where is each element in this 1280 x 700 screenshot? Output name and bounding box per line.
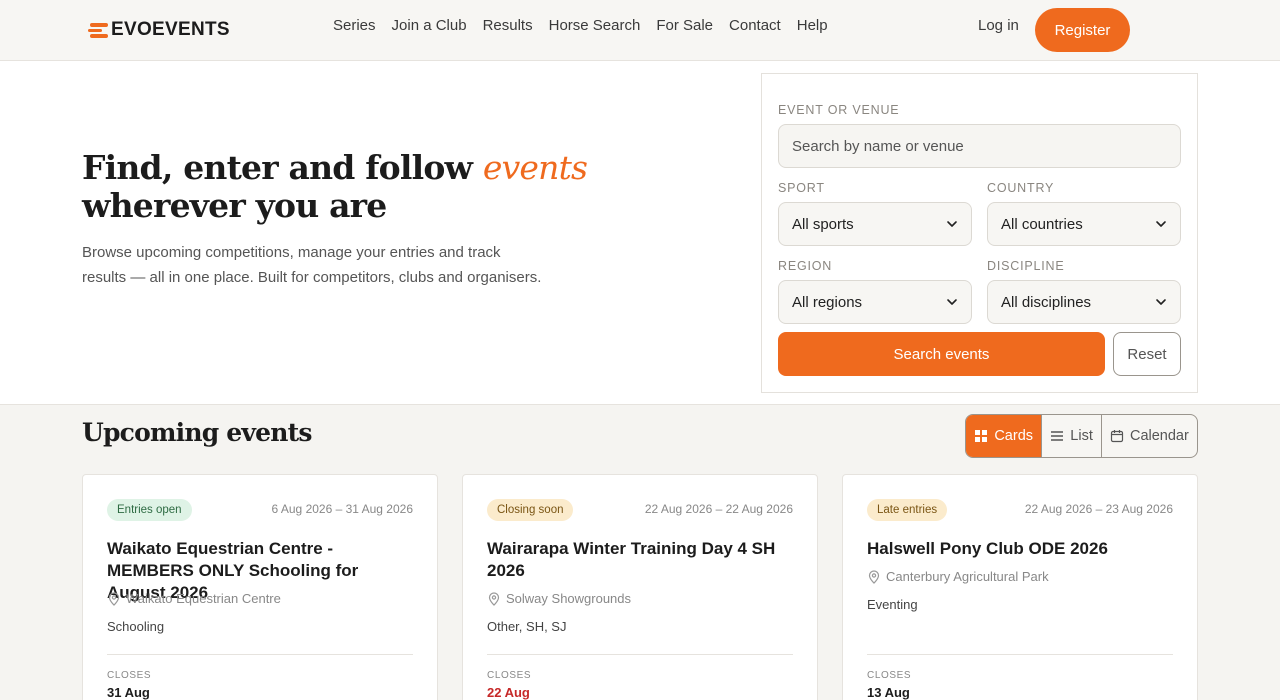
event-venue: Solway Showgrounds — [487, 591, 631, 606]
nav-link-horse-search[interactable]: Horse Search — [549, 17, 641, 34]
closes-label: Closes — [867, 670, 912, 681]
hero-title-accent: events — [482, 148, 588, 187]
view-calendar-button[interactable]: Calendar — [1102, 415, 1197, 457]
nav-link-join-a-club[interactable]: Join a Club — [392, 17, 467, 34]
list-icon — [1051, 431, 1064, 441]
event-venue-name: Canterbury Agricultural Park — [886, 569, 1049, 584]
view-cards-label: Cards — [994, 428, 1034, 444]
discipline-select-value: All disciplines — [1001, 293, 1092, 311]
nav-link-series[interactable]: Series — [333, 17, 376, 34]
event-dates: 22 Aug 2026 – 22 Aug 2026 — [644, 502, 793, 516]
hero-title-start: Find, enter and follow — [82, 148, 483, 187]
register-button[interactable]: Register — [1035, 8, 1130, 52]
chevron-down-icon — [1156, 299, 1166, 305]
login-link[interactable]: Log in — [978, 17, 1019, 34]
card-divider — [487, 654, 793, 655]
status-badge: Late entries — [867, 499, 948, 521]
hero-title-end: wherever you are — [82, 186, 387, 225]
sport-label: Sport — [778, 181, 825, 195]
reset-button[interactable]: Reset — [1113, 332, 1181, 376]
event-venue-name: Solway Showgrounds — [506, 591, 632, 606]
event-dates: 6 Aug 2026 – 31 Aug 2026 — [271, 502, 413, 516]
closes-date: 22 Aug — [487, 685, 530, 700]
nav-link-help[interactable]: Help — [797, 17, 828, 34]
status-badge: Entries open — [107, 499, 192, 521]
calendar-icon — [1110, 430, 1124, 443]
event-venue-name: Waikato Equestrian Centre — [126, 591, 281, 606]
event-card[interactable]: Closing soon 22 Aug 2026 – 22 Aug 2026 W… — [462, 474, 818, 700]
discipline-select[interactable]: All disciplines — [987, 280, 1181, 324]
event-dates: 22 Aug 2026 – 23 Aug 2026 — [1024, 502, 1173, 516]
view-calendar-label: Calendar — [1129, 428, 1189, 444]
sport-select[interactable]: All sports — [778, 202, 972, 246]
logo-text: EVOEVENTS — [111, 19, 230, 40]
view-list-label: List — [1070, 428, 1093, 444]
closes-label: Closes — [487, 670, 532, 681]
view-list-button[interactable]: List — [1042, 415, 1102, 457]
region-select[interactable]: All regions — [778, 280, 972, 324]
map-pin-icon — [108, 591, 120, 606]
card-divider — [107, 654, 413, 655]
event-search-placeholder: Search by name or venue — [792, 137, 964, 155]
nav-link-results[interactable]: Results — [483, 17, 533, 34]
hero-title: Find, enter and follow events wherever y… — [82, 149, 732, 225]
chevron-down-icon — [947, 221, 957, 227]
sport-select-value: All sports — [792, 215, 854, 233]
country-select-value: All countries — [1001, 215, 1083, 233]
event-title[interactable]: Wairarapa Winter Training Day 4 SH 2026 — [487, 538, 797, 582]
search-panel: Event or venue Search by name or venue S… — [761, 73, 1198, 393]
hero-section: Find, enter and follow events wherever y… — [0, 61, 1280, 405]
country-label: Country — [987, 181, 1055, 195]
chevron-down-icon — [947, 299, 957, 305]
region-label: Region — [778, 259, 833, 273]
logo-mark-icon — [88, 21, 108, 39]
event-discipline: Schooling — [107, 619, 165, 634]
event-venue: Canterbury Agricultural Park — [867, 569, 1049, 584]
upcoming-events-heading: Upcoming events — [82, 418, 312, 447]
event-discipline: Eventing — [867, 597, 918, 612]
event-discipline: Other, SH, SJ — [487, 619, 567, 634]
main-nav: Series Join a Club Results Horse Search … — [333, 17, 828, 34]
card-divider — [867, 654, 1173, 655]
view-toggle: Cards List Calendar — [965, 414, 1198, 458]
event-card[interactable]: Late entries 22 Aug 2026 – 23 Aug 2026 H… — [842, 474, 1198, 700]
region-select-value: All regions — [792, 293, 863, 311]
map-pin-icon — [868, 569, 880, 584]
event-card[interactable]: Entries open 6 Aug 2026 – 31 Aug 2026 Wa… — [82, 474, 438, 700]
country-select[interactable]: All countries — [987, 202, 1181, 246]
closes-label: Closes — [107, 670, 152, 681]
event-venue-label: Event or venue — [778, 103, 900, 117]
grid-icon — [975, 430, 988, 442]
map-pin-icon — [488, 591, 500, 606]
discipline-label: Discipline — [987, 259, 1065, 273]
event-title[interactable]: Halswell Pony Club ODE 2026 — [867, 538, 1177, 560]
event-search-input[interactable]: Search by name or venue — [778, 124, 1181, 168]
event-venue: Waikato Equestrian Centre — [107, 591, 281, 606]
nav-link-for-sale[interactable]: For Sale — [656, 17, 713, 34]
status-badge: Closing soon — [487, 499, 574, 521]
closes-date: 13 Aug — [867, 685, 910, 700]
site-header: EVOEVENTS Series Join a Club Results Hor… — [0, 0, 1280, 61]
hero-subtitle: Browse upcoming competitions, manage you… — [82, 244, 542, 286]
closes-date: 31 Aug — [107, 685, 150, 700]
view-cards-button[interactable]: Cards — [966, 415, 1043, 457]
search-events-button[interactable]: Search events — [778, 332, 1105, 376]
logo[interactable]: EVOEVENTS — [88, 18, 230, 42]
nav-link-contact[interactable]: Contact — [729, 17, 781, 34]
chevron-down-icon — [1156, 221, 1166, 227]
